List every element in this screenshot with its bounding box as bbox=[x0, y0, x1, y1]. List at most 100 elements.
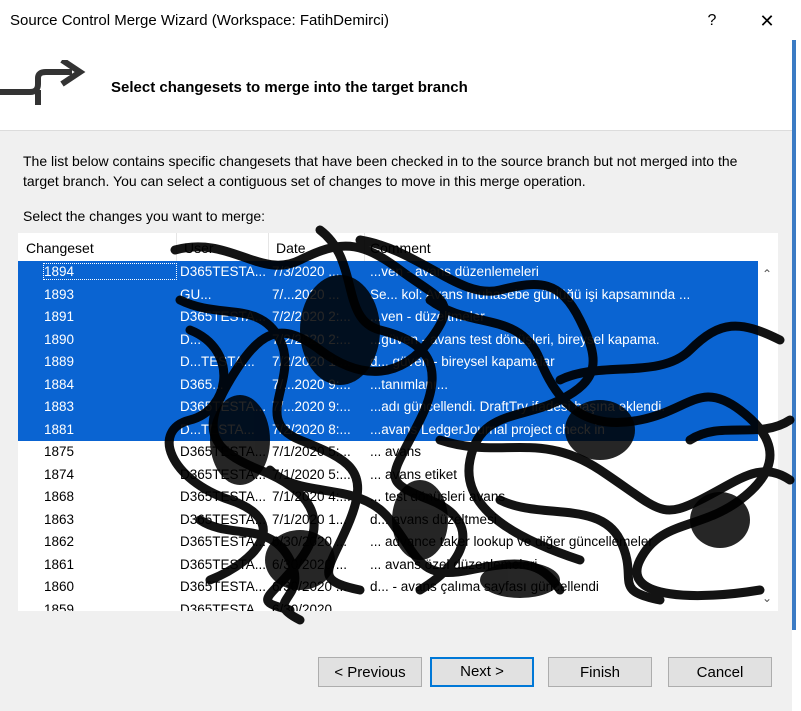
changeset-comment: ... test dönüşleri avans bbox=[370, 489, 506, 504]
changeset-comment: ...tanımlanı... bbox=[370, 376, 449, 392]
cancel-button[interactable]: Cancel bbox=[668, 657, 772, 687]
changeset-date: 7/...2020 9:... bbox=[272, 399, 351, 414]
changeset-date: 7/2/2020 2:... bbox=[272, 309, 351, 324]
changeset-user: D365TESTA... bbox=[180, 444, 266, 459]
select-changes-label: Select the changes you want to merge: bbox=[23, 208, 266, 224]
list-row[interactable]: 1889 D...TESTA... 7/2/2020 1:... d... güven… bbox=[18, 351, 758, 374]
list-row[interactable]: 1891 D365TESTA... 7/2/2020 2:... ...ven - d… bbox=[18, 306, 758, 329]
changeset-comment: ...güven - avans test dönüşleri, bireyse… bbox=[370, 331, 660, 347]
list-row[interactable]: 1860 D365TESTA... 6/30/2020 ... d... - avan… bbox=[18, 576, 758, 599]
changeset-id: 1861 bbox=[44, 556, 75, 572]
changeset-user: D...TESTA... bbox=[180, 421, 255, 437]
list-row[interactable]: 1862 D365TESTA... 6/30/2020 ... ... advance… bbox=[18, 531, 758, 554]
finish-button[interactable]: Finish bbox=[548, 657, 652, 687]
changeset-user: D365TESTA... bbox=[180, 466, 266, 482]
changeset-user: D365TESTA... bbox=[180, 399, 266, 414]
column-header-comment[interactable]: Comment bbox=[370, 240, 431, 256]
changeset-date: 7/1/2020 4:... bbox=[272, 489, 351, 504]
changeset-id: 1893 bbox=[44, 286, 75, 302]
changeset-comment: ...ven - avans düzenlemeleri bbox=[370, 264, 539, 279]
changeset-comment: Se... kol: Avans muhasebe günlüğü işi ka… bbox=[370, 286, 691, 302]
window-edge bbox=[792, 0, 801, 711]
next-button[interactable]: Next > bbox=[430, 657, 534, 687]
changeset-id: 1891 bbox=[44, 309, 75, 324]
changeset-comment: ... avans etiket bbox=[370, 466, 458, 482]
merge-arrow-icon bbox=[0, 60, 86, 105]
list-row[interactable]: 1863 D365TESTA... 7/1/2020 1... d... avans … bbox=[18, 509, 758, 532]
changeset-comment: ... avans bbox=[370, 444, 422, 459]
changeset-comment: ... advance taker lookup ve diğer güncel… bbox=[370, 534, 653, 549]
list-header: Changeset User Date Comment bbox=[18, 233, 778, 262]
changeset-user: D... bbox=[180, 331, 202, 347]
changeset-date: 6/30/2020 ... bbox=[272, 534, 348, 549]
changeset-id: 1881 bbox=[44, 421, 75, 437]
changeset-id: 1862 bbox=[44, 534, 75, 549]
changeset-id: 1874 bbox=[44, 466, 75, 482]
changeset-id: 1863 bbox=[44, 511, 75, 527]
changeset-id: 1860 bbox=[44, 579, 75, 594]
changeset-user: D365TESTA... bbox=[180, 264, 266, 279]
changeset-user: D365TESTA... bbox=[180, 601, 266, 612]
changeset-date: 7/1/2020 5:... bbox=[272, 444, 351, 459]
header-title: Select changesets to merge into the targ… bbox=[111, 79, 468, 96]
previous-button[interactable]: < Previous bbox=[318, 657, 422, 687]
list-row[interactable]: 1893 GU... 7/...2020 ... Se... kol: Avans m… bbox=[18, 283, 758, 306]
changeset-id: 1884 bbox=[44, 376, 75, 392]
changeset-date: 7/...2020 ... bbox=[272, 286, 340, 302]
changeset-id: 1868 bbox=[44, 489, 75, 504]
column-header-user[interactable]: User bbox=[184, 240, 214, 256]
changeset-comment: d... güven - bireysel kapamalar bbox=[370, 354, 555, 369]
list-row[interactable]: 1883 D365TESTA... 7/...2020 9:... ...adı gü… bbox=[18, 396, 758, 419]
changeset-list[interactable]: Changeset User Date Comment 1894 D365TEST… bbox=[18, 233, 778, 611]
changeset-date: 7/3/2020 ... bbox=[272, 264, 340, 279]
changeset-id: 1889 bbox=[44, 354, 75, 369]
list-row[interactable]: 1881 D...TESTA... 7/2/2020 8:... ...avans L… bbox=[18, 418, 758, 441]
column-header-date[interactable]: Date bbox=[276, 240, 306, 256]
list-row[interactable]: 1868 D365TESTA... 7/1/2020 4:... ... test d… bbox=[18, 486, 758, 509]
changeset-comment: ...adı güncellendi. DraftTry ifadesi baş… bbox=[370, 399, 666, 414]
changeset-user: D365TESTA... bbox=[180, 534, 266, 549]
changeset-user: D365TESTA... bbox=[180, 511, 266, 527]
changeset-id: 1875 bbox=[44, 444, 75, 459]
changeset-id: 1894 bbox=[43, 263, 177, 280]
scroll-down-icon[interactable]: ⌄ bbox=[762, 591, 772, 605]
changeset-user: D365... bbox=[180, 376, 224, 392]
changeset-date: 7/...2020 9:... bbox=[272, 376, 351, 392]
changeset-id: 1890 bbox=[44, 331, 75, 347]
changeset-date: 6/30/2020 ... bbox=[272, 601, 348, 612]
changeset-user: D365TESTA... bbox=[180, 556, 266, 572]
changeset-date: 7/2/2020 2:... bbox=[272, 331, 351, 347]
title-bar: Source Control Merge Wizard (Workspace: … bbox=[0, 0, 801, 40]
help-button[interactable]: ? bbox=[700, 9, 724, 33]
list-row[interactable]: 1874 D365TESTA... 7/1/2020 5:... ... avans … bbox=[18, 464, 758, 487]
changeset-date: 7/2/2020 8:... bbox=[272, 421, 351, 437]
changeset-user: D...TESTA... bbox=[180, 354, 255, 369]
column-header-changeset[interactable]: Changeset bbox=[26, 240, 94, 256]
list-row[interactable]: 1890 D... 7/2/2020 2:... ...güven - avans t… bbox=[18, 328, 758, 351]
changeset-id: 1883 bbox=[44, 399, 75, 414]
list-scrollbar[interactable]: ⌃ ⌄ bbox=[758, 261, 778, 611]
description-text: The list below contains specific changes… bbox=[23, 153, 738, 189]
changeset-date: 7/2/2020 1:... bbox=[272, 354, 351, 369]
list-row[interactable]: 1859 D365TESTA... 6/30/2020 ...... bbox=[18, 599, 758, 612]
changeset-comment: d... avans düzeltmesi bbox=[370, 511, 497, 527]
scroll-up-icon[interactable]: ⌃ bbox=[762, 267, 772, 281]
changeset-comment: ...avans LedgerJournal project check in bbox=[370, 421, 605, 437]
changeset-comment: ...ven - düzeltmeler bbox=[370, 309, 485, 324]
close-button[interactable]: ✕ bbox=[754, 9, 780, 33]
list-row[interactable]: 1894 D365TESTA... 7/3/2020 ... ...ven - ava… bbox=[18, 261, 758, 284]
changeset-date: 6/30/2020 ... bbox=[272, 556, 348, 572]
list-row[interactable]: 1861 D365TESTA... 6/30/2020 ... ... avans ö… bbox=[18, 554, 758, 577]
changeset-comment: ... bbox=[370, 601, 382, 612]
changeset-date: 6/30/2020 ... bbox=[272, 579, 348, 594]
changeset-user: D365TESTA... bbox=[180, 309, 266, 324]
changeset-date: 7/1/2020 5:... bbox=[272, 466, 351, 482]
changeset-user: D365TESTA... bbox=[180, 579, 266, 594]
list-row[interactable]: 1884 D365... 7/...2020 9:... ...tanımlanı..… bbox=[18, 373, 758, 396]
changeset-id: 1859 bbox=[44, 601, 75, 612]
changeset-comment: ... avans özel düzenlemeleri bbox=[370, 556, 538, 572]
changeset-user: GU... bbox=[180, 286, 212, 302]
changeset-comment: d... - avans çalıma sayfası güncellendi bbox=[370, 579, 599, 594]
changeset-user: D365TESTA... bbox=[180, 489, 266, 504]
list-row[interactable]: 1875 D365TESTA... 7/1/2020 5:... ... avans bbox=[18, 441, 758, 464]
